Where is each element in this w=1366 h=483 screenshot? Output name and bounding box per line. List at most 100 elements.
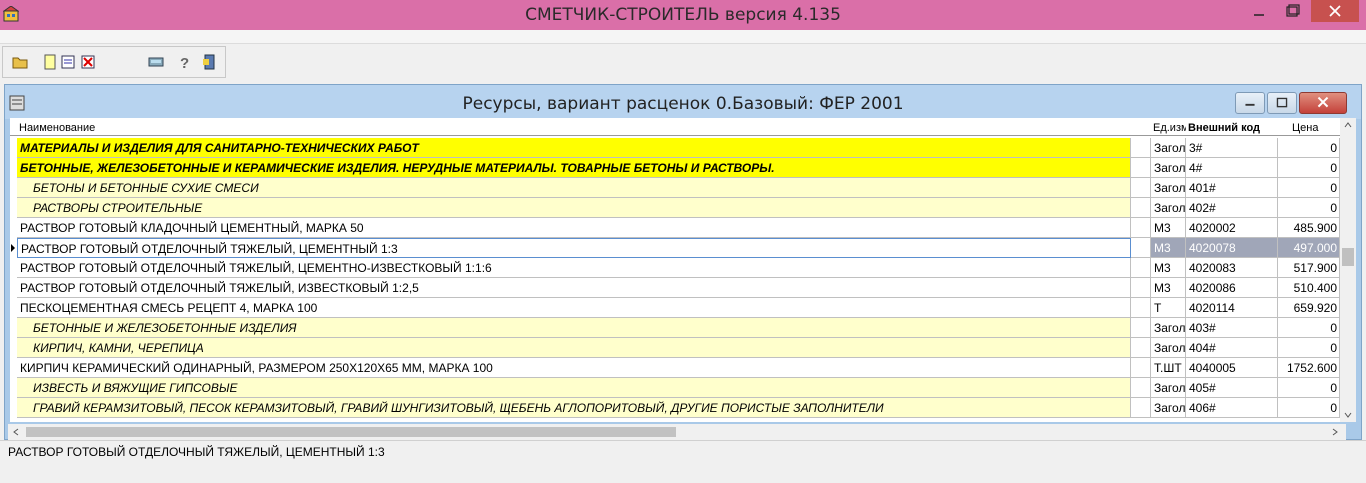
table-row[interactable]: РАСТВОР ГОТОВЫЙ ОТДЕЛОЧНЫЙ ТЯЖЕЛЫЙ, ЦЕМЕ… [10,258,1340,278]
column-header-price[interactable]: Цена [1278,118,1340,136]
child-minimize-button[interactable] [1235,92,1265,114]
cell-code[interactable]: 4020083 [1186,258,1278,278]
cell-unit[interactable]: М3 [1151,278,1186,298]
cell-gap[interactable] [1131,198,1151,218]
child-maximize-button[interactable] [1267,92,1297,114]
cell-price[interactable]: 0 [1278,178,1340,198]
cell-price[interactable]: 0 [1278,378,1340,398]
cell-code[interactable]: 404# [1186,338,1278,358]
cell-unit[interactable]: Загол [1151,398,1186,418]
cell-gap[interactable] [1131,138,1151,158]
minimize-button[interactable] [1244,0,1274,22]
cell-gap[interactable] [1131,358,1151,378]
table-row[interactable]: БЕТОНЫ И БЕТОННЫЕ СУХИЕ СМЕСИ Загол 401# 0 [10,178,1340,198]
scroll-right-icon[interactable] [1330,427,1340,437]
exit-icon[interactable] [201,53,219,71]
cell-price[interactable]: 510.400 [1278,278,1340,298]
cell-code[interactable]: 402# [1186,198,1278,218]
cell-unit[interactable]: Загол [1151,178,1186,198]
cell-unit[interactable]: Т [1151,298,1186,318]
new-document-icon[interactable] [41,53,59,71]
cell-name[interactable]: БЕТОНЫ И БЕТОННЫЕ СУХИЕ СМЕСИ [17,178,1131,198]
cell-unit[interactable]: Т.ШТ [1151,358,1186,378]
table-row[interactable]: РАСТВОР ГОТОВЫЙ ОТДЕЛОЧНЫЙ ТЯЖЕЛЫЙ, ЦЕМЕ… [10,238,1340,258]
cell-code[interactable]: 406# [1186,398,1278,418]
cell-gap[interactable] [1131,238,1151,258]
table-row[interactable]: РАСТВОР ГОТОВЫЙ ОТДЕЛОЧНЫЙ ТЯЖЕЛЫЙ, ИЗВЕ… [10,278,1340,298]
cell-gap[interactable] [1131,218,1151,238]
cell-price[interactable]: 0 [1278,198,1340,218]
cell-price[interactable]: 497.000 [1278,238,1340,258]
cell-gap[interactable] [1131,378,1151,398]
table-row[interactable]: БЕТОННЫЕ, ЖЕЛЕЗОБЕТОННЫЕ И КЕРАМИЧЕСКИЕ … [10,158,1340,178]
open-folder-icon[interactable] [11,53,29,71]
cell-name[interactable]: БЕТОННЫЕ, ЖЕЛЕЗОБЕТОННЫЕ И КЕРАМИЧЕСКИЕ … [17,158,1131,178]
cell-unit[interactable]: М3 [1151,218,1186,238]
maximize-button[interactable] [1277,0,1307,22]
help-icon[interactable]: ? [175,53,193,71]
edit-document-icon[interactable] [59,53,77,71]
cell-code[interactable]: 4020002 [1186,218,1278,238]
cell-name[interactable]: РАСТВОР ГОТОВЫЙ ОТДЕЛОЧНЫЙ ТЯЖЕЛЫЙ, ИЗВЕ… [17,278,1131,298]
scroll-down-icon[interactable] [1343,410,1353,420]
cell-gap[interactable] [1131,158,1151,178]
cell-price[interactable]: 1752.600 [1278,358,1340,378]
table-row[interactable]: БЕТОННЫЕ И ЖЕЛЕЗОБЕТОННЫЕ ИЗДЕЛИЯ Загол 40… [10,318,1340,338]
cell-code[interactable]: 3# [1186,138,1278,158]
table-row[interactable]: РАСТВОР ГОТОВЫЙ КЛАДОЧНЫЙ ЦЕМЕНТНЫЙ, МАР… [10,218,1340,238]
cell-price[interactable]: 0 [1278,338,1340,358]
column-header-unit[interactable]: Ед.изм. [1151,118,1186,136]
table-row[interactable]: РАСТВОРЫ СТРОИТЕЛЬНЫЕ Загол 402# 0 [10,198,1340,218]
cell-unit[interactable]: Загол [1151,198,1186,218]
vertical-scrollbar[interactable] [1340,118,1356,422]
cell-code[interactable]: 4020086 [1186,278,1278,298]
delete-document-icon[interactable] [79,53,97,71]
cell-price[interactable]: 0 [1278,158,1340,178]
cell-name[interactable]: ГРАВИЙ КЕРАМЗИТОВЫЙ, ПЕСОК КЕРАМЗИТОВЫЙ,… [17,398,1131,418]
horizontal-scrollbar[interactable] [8,424,1346,440]
cell-price[interactable]: 517.900 [1278,258,1340,278]
cell-code[interactable]: 403# [1186,318,1278,338]
horizontal-scroll-thumb[interactable] [26,427,676,437]
cell-gap[interactable] [1131,398,1151,418]
cell-unit[interactable]: Загол [1151,138,1186,158]
cell-price[interactable]: 0 [1278,318,1340,338]
cell-name[interactable]: КИРПИЧ КЕРАМИЧЕСКИЙ ОДИНАРНЫЙ, РАЗМЕРОМ … [17,358,1131,378]
cell-gap[interactable] [1131,278,1151,298]
cell-code[interactable]: 4# [1186,158,1278,178]
cell-gap[interactable] [1131,298,1151,318]
cell-price[interactable]: 485.900 [1278,218,1340,238]
cell-code[interactable]: 4040005 [1186,358,1278,378]
cell-name[interactable]: КИРПИЧ, КАМНИ, ЧЕРЕПИЦА [17,338,1131,358]
cell-name[interactable]: ИЗВЕСТЬ И ВЯЖУЩИЕ ГИПСОВЫЕ [17,378,1131,398]
cell-unit[interactable]: М3 [1151,238,1186,258]
table-row[interactable]: КИРПИЧ КЕРАМИЧЕСКИЙ ОДИНАРНЫЙ, РАЗМЕРОМ … [10,358,1340,378]
cell-unit[interactable]: Загол [1151,378,1186,398]
cell-name[interactable]: РАСТВОР ГОТОВЫЙ ОТДЕЛОЧНЫЙ ТЯЖЕЛЫЙ, ЦЕМЕ… [17,258,1131,278]
cell-code[interactable]: 4020114 [1186,298,1278,318]
column-header-code[interactable]: Внешний код [1186,118,1278,136]
cell-name[interactable]: БЕТОННЫЕ И ЖЕЛЕЗОБЕТОННЫЕ ИЗДЕЛИЯ [17,318,1131,338]
calculator-icon[interactable] [147,53,165,71]
cell-code[interactable]: 405# [1186,378,1278,398]
resources-grid[interactable]: Наименование Ед.изм. Внешний код Цена МА… [10,118,1356,422]
cell-gap[interactable] [1131,258,1151,278]
table-row[interactable]: ПЕСКОЦЕМЕНТНАЯ СМЕСЬ РЕЦЕПТ 4, МАРКА 100… [10,298,1340,318]
child-close-button[interactable] [1299,92,1347,114]
cell-name[interactable]: РАСТВОР ГОТОВЫЙ ОТДЕЛОЧНЫЙ ТЯЖЕЛЫЙ, ЦЕМЕ… [17,238,1131,258]
cell-price[interactable]: 0 [1278,138,1340,158]
cell-gap[interactable] [1131,338,1151,358]
cell-code[interactable]: 401# [1186,178,1278,198]
cell-unit[interactable]: Загол [1151,318,1186,338]
close-button[interactable] [1311,0,1359,22]
cell-gap[interactable] [1131,318,1151,338]
cell-unit[interactable]: Загол [1151,158,1186,178]
table-row[interactable]: МАТЕРИАЛЫ И ИЗДЕЛИЯ ДЛЯ САНИТАРНО-ТЕХНИЧ… [10,138,1340,158]
cell-code[interactable]: 4020078 [1186,238,1278,258]
column-header-name[interactable]: Наименование [17,118,1131,136]
cell-gap[interactable] [1131,178,1151,198]
cell-name[interactable]: ПЕСКОЦЕМЕНТНАЯ СМЕСЬ РЕЦЕПТ 4, МАРКА 100 [17,298,1131,318]
scroll-up-icon[interactable] [1343,120,1353,130]
vertical-scroll-thumb[interactable] [1342,248,1354,266]
cell-unit[interactable]: Загол [1151,338,1186,358]
